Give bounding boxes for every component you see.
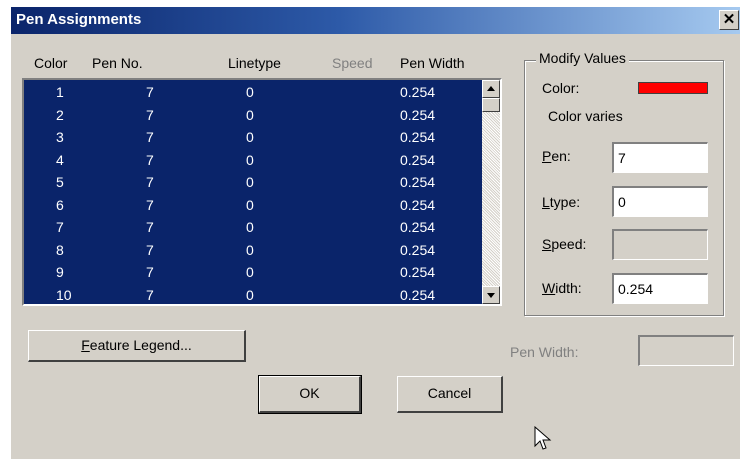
row-pen-width: 0.254 — [400, 129, 436, 145]
mouse-pointer-icon — [534, 426, 552, 450]
table-row[interactable]: 4 7 0 0.254 — [24, 150, 476, 173]
pen-field[interactable]: 7 — [612, 142, 708, 173]
speed-label: Speed: — [542, 236, 586, 252]
row-color: 6 — [56, 196, 64, 213]
header-pen-width: Pen Width — [400, 55, 465, 71]
table-row[interactable]: 10 7 0 0.254 — [24, 285, 476, 308]
row-color: 2 — [56, 106, 64, 123]
color-varies-text: Color varies — [548, 108, 623, 124]
pen-width-field — [638, 335, 734, 366]
ltype-label: Ltype: — [542, 194, 580, 210]
row-color: 1 — [56, 84, 64, 100]
cancel-button[interactable]: Cancel — [397, 376, 503, 413]
table-row[interactable]: 2 7 0 0.254 — [24, 105, 476, 128]
row-linetype: 0 — [246, 129, 254, 145]
list-scrollbar[interactable] — [482, 80, 500, 304]
row-color: 7 — [56, 219, 64, 235]
row-linetype: 0 — [246, 219, 254, 235]
width-label-text: idth: — [555, 280, 582, 296]
row-pen-no: 7 — [146, 219, 154, 235]
pen-label-mnemonic: P — [542, 148, 552, 164]
table-row[interactable]: 9 7 0 0.254 — [24, 262, 476, 285]
speed-field — [612, 229, 708, 260]
pen-list[interactable]: 1 7 0 0.254 2 7 0 0.254 3 7 0 0.254 4 7 0 0.254 5 7 0 0.254… — [22, 78, 502, 306]
row-linetype: 0 — [246, 264, 254, 280]
arrow-up-icon — [487, 86, 495, 91]
row-pen-width: 0.254 — [400, 264, 436, 280]
row-pen-no: 7 — [146, 151, 154, 168]
row-color: 4 — [56, 151, 64, 168]
close-button[interactable]: ✕ — [719, 10, 739, 30]
close-icon: ✕ — [722, 11, 736, 28]
row-linetype: 0 — [246, 196, 254, 213]
speed-label-mnemonic: S — [542, 236, 552, 252]
row-pen-width: 0.254 — [400, 174, 436, 190]
row-linetype: 0 — [246, 106, 254, 123]
table-row[interactable]: 8 7 0 0.254 — [24, 240, 476, 263]
row-pen-no: 7 — [146, 264, 154, 280]
row-color: 9 — [56, 264, 64, 280]
scroll-thumb[interactable] — [482, 98, 500, 112]
window-title: Pen Assignments — [16, 11, 142, 28]
row-color: 3 — [56, 129, 64, 145]
table-row[interactable]: 5 7 0 0.254 — [24, 172, 476, 195]
modify-values-title: Modify Values — [536, 50, 629, 66]
arrow-down-icon — [487, 293, 495, 298]
row-pen-no: 7 — [146, 84, 154, 100]
row-pen-width: 0.254 — [400, 241, 436, 258]
row-pen-width: 0.254 — [400, 151, 436, 168]
width-label: Width: — [542, 280, 582, 296]
ok-button[interactable]: OK — [258, 375, 362, 414]
header-speed: Speed — [332, 55, 373, 71]
table-row[interactable]: 3 7 0 0.254 — [24, 127, 476, 150]
pen-list-rows: 1 7 0 0.254 2 7 0 0.254 3 7 0 0.254 4 7 0 0.254 5 7 0 0.254… — [24, 82, 476, 307]
row-color: 5 — [56, 174, 64, 190]
feature-legend-text: eature Legend... — [89, 337, 192, 353]
row-pen-no: 7 — [146, 286, 154, 303]
speed-label-text: peed: — [551, 236, 587, 252]
row-linetype: 0 — [246, 174, 254, 190]
row-color: 8 — [56, 241, 64, 258]
pen-label-text: en: — [551, 148, 571, 164]
table-row[interactable]: 1 7 0 0.254 — [24, 82, 476, 105]
ltype-label-text: type: — [549, 194, 581, 210]
color-swatch — [638, 82, 708, 94]
row-pen-width: 0.254 — [400, 106, 436, 123]
width-label-mnemonic: W — [542, 280, 556, 296]
feature-legend-mnemonic: F — [81, 337, 90, 353]
row-linetype: 0 — [246, 241, 254, 258]
row-pen-width: 0.254 — [400, 219, 436, 235]
table-row[interactable]: 7 7 0 0.254 — [24, 217, 476, 240]
table-row[interactable]: 6 7 0 0.254 — [24, 195, 476, 218]
scroll-up-button[interactable] — [482, 80, 500, 98]
row-pen-no: 7 — [146, 241, 154, 258]
ltype-label-mnemonic: L — [542, 194, 550, 210]
row-pen-no: 7 — [146, 196, 154, 213]
ltype-field[interactable]: 0 — [612, 186, 708, 217]
row-pen-no: 7 — [146, 129, 154, 145]
header-color: Color — [34, 55, 68, 71]
width-field[interactable]: 0.254 — [612, 273, 708, 304]
row-linetype: 0 — [246, 84, 254, 100]
row-linetype: 0 — [246, 286, 254, 303]
pen-width-label: Pen Width: — [510, 344, 579, 360]
row-pen-no: 7 — [146, 106, 154, 123]
header-linetype: Linetype — [228, 55, 281, 71]
row-pen-width: 0.254 — [400, 286, 436, 303]
row-pen-width: 0.254 — [400, 196, 436, 213]
row-color: 10 — [56, 286, 72, 303]
title-bar[interactable]: Pen Assignments ✕ — [11, 7, 740, 34]
row-pen-no: 7 — [146, 174, 154, 190]
scroll-down-button[interactable] — [482, 286, 500, 304]
feature-legend-button[interactable]: Feature Legend... — [28, 330, 246, 362]
pen-label: Pen: — [542, 148, 571, 164]
row-pen-width: 0.254 — [400, 84, 436, 100]
row-linetype: 0 — [246, 151, 254, 168]
color-label: Color: — [542, 80, 580, 96]
header-pen-no: Pen No. — [92, 55, 143, 71]
